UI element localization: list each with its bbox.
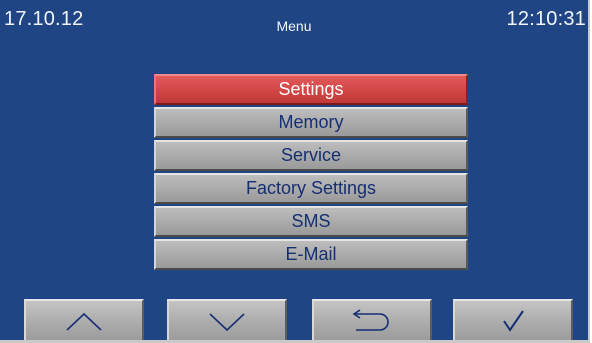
scroll-up-button[interactable] xyxy=(24,299,144,340)
menu-item-email[interactable]: E-Mail xyxy=(154,239,468,270)
menu-item-settings[interactable]: Settings xyxy=(154,74,468,105)
menu-item-label: Settings xyxy=(278,79,344,99)
menu-item-memory[interactable]: Memory xyxy=(154,107,468,138)
screen-title: Menu xyxy=(276,18,312,34)
menu-item-factory-settings[interactable]: Factory Settings xyxy=(154,173,468,204)
return-arrow-icon xyxy=(350,308,394,334)
menu-item-label: Factory Settings xyxy=(245,178,377,198)
chevron-up-icon xyxy=(64,310,104,332)
checkmark-icon xyxy=(498,308,528,334)
menu-item-label: SMS xyxy=(291,211,331,231)
back-button[interactable] xyxy=(312,299,432,340)
scroll-down-button[interactable] xyxy=(167,299,287,340)
chevron-down-icon xyxy=(207,310,247,332)
status-time: 12:10:31 xyxy=(506,8,586,30)
menu-item-label: Service xyxy=(280,145,342,165)
menu-list: Settings Memory Service Factory Settings… xyxy=(154,74,468,272)
menu-item-sms[interactable]: SMS xyxy=(154,206,468,237)
menu-item-label: Memory xyxy=(278,112,344,132)
confirm-button[interactable] xyxy=(453,299,573,340)
menu-item-label: E-Mail xyxy=(285,244,337,264)
menu-item-service[interactable]: Service xyxy=(154,140,468,171)
device-screen: 17.10.12 Menu 12:10:31 Settings Memory S… xyxy=(0,0,590,343)
navigation-bar xyxy=(0,299,588,340)
